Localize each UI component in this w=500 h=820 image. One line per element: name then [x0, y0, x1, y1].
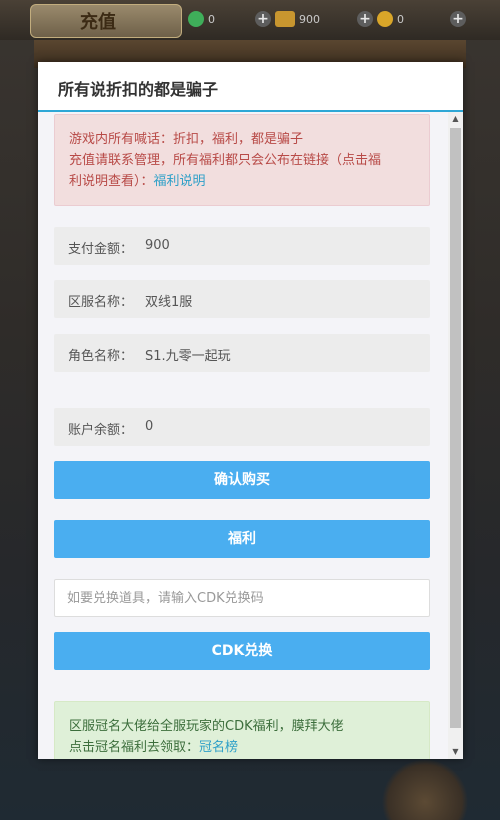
game-title: 充值: [80, 12, 116, 33]
notice-line-2-prefix: 点击冠名福利去领取：: [69, 740, 200, 755]
server-name-label: 区服名称：: [68, 295, 134, 310]
resource-extra: +: [450, 10, 466, 28]
resource-gold-ingot: + 900: [255, 10, 320, 28]
scrollbar-thumb[interactable]: [450, 128, 461, 728]
resource-jade-value: 0: [208, 12, 215, 26]
sponsor-notice-alert: 区服冠名大佬给全服玩家的CDK福利，膜拜大佬 点击冠名福利去领取：冠名榜: [54, 701, 430, 759]
sponsor-ranking-link[interactable]: 冠名榜: [199, 740, 238, 755]
warning-line-3: 利说明查看）：福利说明: [69, 171, 415, 192]
resource-gold-coin-value: 0: [397, 12, 404, 26]
resource-ingot-value: 900: [299, 12, 320, 26]
resource-gold-coin: + 0: [357, 10, 404, 28]
modal-header: 所有说折扣的都是骗子: [38, 62, 463, 112]
pay-amount-value: 900: [145, 238, 170, 253]
account-balance-label: 账户余额：: [68, 423, 134, 438]
recharge-modal: 所有说折扣的都是骗子 游戏内所有喊话：折扣，福利，都是骗子 充值请联系管理，所有…: [38, 62, 463, 759]
welfare-info-link[interactable]: 福利说明: [154, 174, 206, 189]
server-name-value: 双线1服: [145, 295, 193, 310]
warning-line-2: 充值请联系管理，所有福利都只会公布在链接（点击福: [69, 153, 382, 168]
modal-scrollbar[interactable]: ▲ ▼: [448, 112, 463, 759]
warning-alert: 游戏内所有喊话：折扣，福利，都是骗子 充值请联系管理，所有福利都只会公布在链接（…: [54, 114, 430, 206]
warning-line-1: 游戏内所有喊话：折扣，福利，都是骗子: [69, 132, 304, 147]
modal-body[interactable]: 游戏内所有喊话：折扣，福利，都是骗子 充值请联系管理，所有福利都只会公布在链接（…: [38, 112, 450, 759]
cdk-code-input[interactable]: [54, 579, 430, 617]
role-name-label: 角色名称：: [68, 349, 134, 364]
role-name-value: S1.九零一起玩: [145, 349, 231, 364]
scroll-up-arrow-icon[interactable]: ▲: [448, 112, 463, 126]
scroll-down-arrow-icon[interactable]: ▼: [448, 745, 463, 759]
cdk-redeem-button[interactable]: CDK兑换: [54, 632, 430, 670]
add-extra-button[interactable]: +: [450, 11, 466, 27]
add-gold-coin-button[interactable]: +: [357, 11, 373, 27]
notice-line-2: 点击冠名福利去领取：冠名榜: [69, 737, 415, 758]
account-balance-row: 账户余额： 0: [54, 408, 430, 446]
confirm-purchase-button[interactable]: 确认购买: [54, 461, 430, 499]
resource-jade: 0: [188, 10, 215, 28]
game-bottom-ornament: [380, 760, 470, 820]
modal-title: 所有说折扣的都是骗子: [58, 80, 219, 99]
role-name-row: 角色名称： S1.九零一起玩: [54, 334, 430, 372]
gold-ingot-icon: [275, 11, 295, 27]
welfare-button[interactable]: 福利: [54, 520, 430, 558]
notice-line-1: 区服冠名大佬给全服玩家的CDK福利，膜拜大佬: [69, 719, 344, 734]
warning-line-3-prefix: 利说明查看）：: [69, 174, 154, 189]
add-ingot-button[interactable]: +: [255, 11, 271, 27]
gold-coin-icon: [377, 11, 393, 27]
pay-amount-label: 支付金额：: [68, 242, 134, 257]
pay-amount-row: 支付金额： 900: [54, 227, 430, 265]
account-balance-value: 0: [145, 419, 154, 434]
game-top-bar: 充值 0 + 900 + 0 +: [0, 0, 500, 40]
jade-coin-icon: [188, 11, 204, 27]
server-name-row: 区服名称： 双线1服: [54, 280, 430, 318]
